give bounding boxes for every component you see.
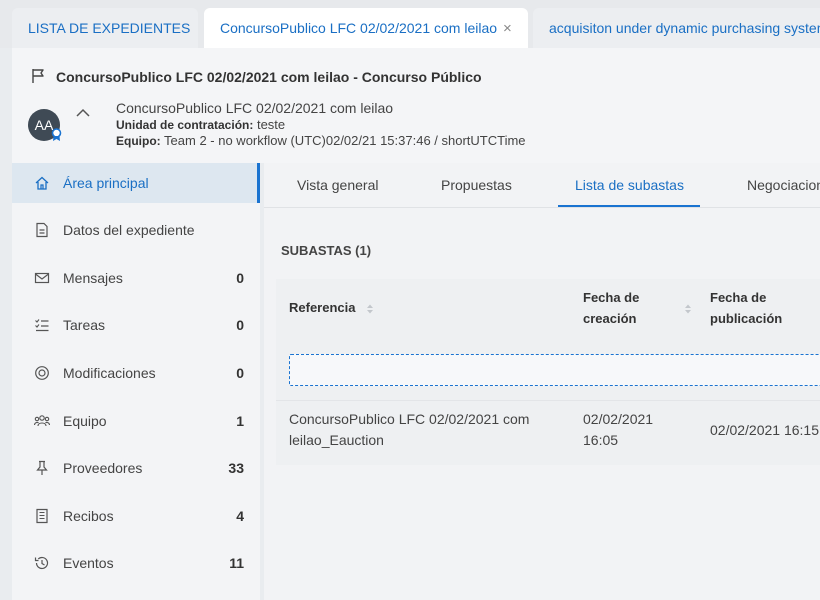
cell-line: 02/02/2021 xyxy=(583,411,654,427)
unidad-contratacion: Unidad de contratación: teste xyxy=(116,117,285,132)
close-icon[interactable]: × xyxy=(503,20,512,37)
tab-lista-subastas[interactable]: Lista de subastas xyxy=(575,177,684,193)
filter-row-input[interactable] xyxy=(289,354,820,386)
sidebar-item-modificaciones[interactable]: Modificaciones 0 xyxy=(12,353,260,393)
equipo-info: Equipo: Team 2 - no workflow (UTC)02/02/… xyxy=(116,133,526,148)
cell-fecha-creacion: 02/02/2021 16:05 xyxy=(583,409,653,451)
cell-fecha-publicacion: 02/02/2021 16:15 xyxy=(710,422,819,438)
page-title: ConcursoPublico LFC 02/02/2021 com leila… xyxy=(56,69,482,85)
sidebar-item-label: Mensajes xyxy=(63,270,123,286)
record-name: ConcursoPublico LFC 02/02/2021 com leila… xyxy=(116,100,394,116)
sidebar-item-tareas[interactable]: Tareas 0 xyxy=(12,305,260,345)
sidebar-item-label: Datos del expediente xyxy=(63,222,195,238)
column-header-fecha-creacion[interactable]: Fecha de creación xyxy=(583,287,639,329)
sidebar-item-label: Proveedores xyxy=(63,460,143,476)
sidebar-item-count: 11 xyxy=(229,555,244,571)
sidebar-item-count: 0 xyxy=(236,317,244,333)
target-icon xyxy=(35,366,49,380)
chevron-up-icon[interactable] xyxy=(76,108,90,118)
sort-icon[interactable] xyxy=(366,303,374,315)
sidebar-item-recibos[interactable]: Recibos 4 xyxy=(12,496,260,536)
tab-concurso-publico[interactable]: ConcursoPublico LFC 02/02/2021 com leila… xyxy=(204,8,528,48)
sidebar-item-label: Tareas xyxy=(63,317,106,333)
column-header-line: publicación xyxy=(710,311,783,326)
sidebar-item-label: Modificaciones xyxy=(63,365,156,381)
tab-lista-expedientes[interactable]: LISTA DE EXPEDIENTES xyxy=(12,8,198,48)
sidebar-item-count: 0 xyxy=(236,365,244,381)
sidebar-item-area-principal[interactable]: Área principal xyxy=(12,163,260,203)
sidebar-item-label: Equipo xyxy=(63,413,107,429)
record-header: ConcursoPublico LFC 02/02/2021 com leila… xyxy=(12,48,820,163)
column-header-fecha-publicacion[interactable]: Fecha de publicación xyxy=(710,287,782,329)
row-divider xyxy=(276,400,820,401)
sidebar-item-equipo[interactable]: Equipo 1 xyxy=(12,401,260,441)
sidebar-item-count: 33 xyxy=(228,460,244,476)
tab-label: LISTA DE EXPEDIENTES xyxy=(28,20,191,36)
column-header-line: Fecha de xyxy=(583,290,640,305)
mail-icon xyxy=(34,272,50,284)
tab-propuestas[interactable]: Propuestas xyxy=(441,177,512,193)
sidebar-item-count: 1 xyxy=(236,413,244,429)
sidebar-item-mensajes[interactable]: Mensajes 0 xyxy=(12,258,260,298)
team-icon xyxy=(34,415,50,427)
sidebar-item-eventos[interactable]: Eventos 11 xyxy=(12,543,260,583)
sidebar-item-datos-expediente[interactable]: Datos del expediente xyxy=(12,210,260,250)
unidad-value: teste xyxy=(256,117,286,132)
sort-icon[interactable] xyxy=(684,303,692,315)
pin-icon xyxy=(36,460,48,475)
sidebar-item-proveedores[interactable]: Proveedores 33 xyxy=(12,448,260,488)
section-title: SUBASTAS (1) xyxy=(281,243,372,258)
equipo-value: Team 2 - no workflow (UTC)02/02/21 15:37… xyxy=(164,133,526,148)
receipt-icon xyxy=(36,508,48,524)
cell-referencia[interactable]: ConcursoPublico LFC 02/02/2021 com leila… xyxy=(289,409,529,451)
document-icon xyxy=(36,222,48,238)
column-header-line: creación xyxy=(583,311,637,326)
auctions-table: Referencia Fecha de creación Fecha de pu… xyxy=(276,279,820,465)
unidad-label: Unidad de contratación: xyxy=(116,118,254,132)
sidebar-item-label: Eventos xyxy=(63,555,114,571)
subtab-bar: Vista general Propuestas Lista de subast… xyxy=(264,163,820,208)
badge-icon xyxy=(51,128,62,141)
tab-label: ConcursoPublico LFC 02/02/2021 com leila… xyxy=(220,20,498,36)
tab-acquisition[interactable]: acquisiton under dynamic purchasing syst… xyxy=(533,8,820,48)
column-header-line: Fecha de xyxy=(710,290,767,305)
tab-label: acquisiton under dynamic purchasing syst… xyxy=(549,20,820,36)
tab-negociaciones[interactable]: Negociaciones xyxy=(747,177,820,193)
cell-line: leilao_Eauction xyxy=(289,432,384,448)
main-panel: Vista general Propuestas Lista de subast… xyxy=(264,163,820,600)
active-tab-indicator xyxy=(558,205,700,207)
cell-line: 16:05 xyxy=(583,432,619,448)
sidebar-item-count: 4 xyxy=(236,508,244,524)
history-icon xyxy=(34,556,49,570)
checklist-icon xyxy=(35,319,49,332)
cell-line: ConcursoPublico LFC 02/02/2021 com xyxy=(289,411,530,427)
tab-bar: LISTA DE EXPEDIENTES ConcursoPublico LFC… xyxy=(0,0,820,48)
tab-vista-general[interactable]: Vista general xyxy=(297,177,378,193)
sidebar-item-label: Área principal xyxy=(63,175,149,191)
flag-icon xyxy=(32,69,44,83)
home-icon xyxy=(35,176,49,190)
column-header-referencia[interactable]: Referencia xyxy=(289,297,355,318)
equipo-label: Equipo: xyxy=(116,134,161,148)
sidebar: Área principal Datos del expediente Mens… xyxy=(12,163,260,600)
sidebar-item-label: Recibos xyxy=(63,508,114,524)
sidebar-item-count: 0 xyxy=(236,270,244,286)
